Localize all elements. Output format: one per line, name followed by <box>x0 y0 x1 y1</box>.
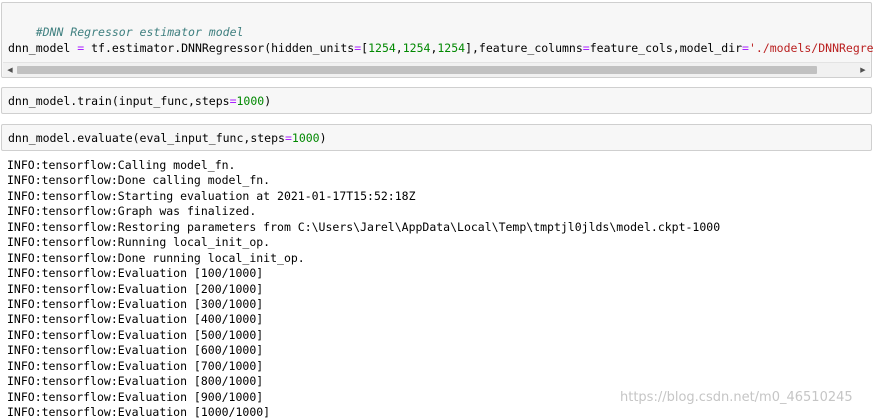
output-line: INFO:tensorflow:Evaluation [700/1000] <box>7 358 264 373</box>
code-cell-train[interactable]: dnn_model.train(input_func,steps=1000) <box>1 87 872 114</box>
code-operator: = <box>742 41 749 55</box>
horizontal-scrollbar[interactable]: ◀ ▶ <box>3 62 870 77</box>
code-token: ) <box>264 94 272 108</box>
code-token: feature_cols,model_dir <box>589 41 743 55</box>
code-string: './models/DNNRegre <box>748 41 873 55</box>
output-line: INFO:tensorflow:Evaluation [300/1000] <box>7 296 264 311</box>
code-cell-estimator[interactable]: #DNN Regressor estimator model dnn_model… <box>1 2 873 78</box>
code-line-dnn-regressor: dnn_model = tf.estimator.DNNRegressor(hi… <box>8 41 873 56</box>
scrollbar-thumb[interactable] <box>17 66 817 74</box>
code-cell-evaluate[interactable]: dnn_model.evaluate(eval_input_func,steps… <box>1 124 872 151</box>
output-line: INFO:tensorflow:Evaluation [600/1000] <box>7 343 264 358</box>
code-token: dnn_model.train(input_func,steps <box>8 94 230 108</box>
output-line: INFO:tensorflow:Done running local_init_… <box>7 250 305 265</box>
scroll-right-arrow-icon[interactable]: ▶ <box>858 65 868 75</box>
code-token: tf.estimator.DNNRegressor(hidden_units <box>84 41 355 55</box>
output-line: INFO:tensorflow:Running local_init_op. <box>7 235 271 250</box>
code-line-evaluate: dnn_model.evaluate(eval_input_func,steps… <box>8 131 327 146</box>
code-comment: #DNN Regressor estimator model <box>35 25 244 39</box>
output-line: INFO:tensorflow:Evaluation [400/1000] <box>7 312 264 327</box>
cell-output: INFO:tensorflow:Calling model_fn. INFO:t… <box>7 158 872 420</box>
output-line: INFO:tensorflow:Evaluation [800/1000] <box>7 374 264 389</box>
code-number: 1254 <box>368 41 396 55</box>
watermark: https://blog.csdn.net/m0_46510245 <box>620 390 853 405</box>
code-operator: = <box>229 94 237 108</box>
code-token: , <box>395 41 403 55</box>
scroll-left-arrow-icon[interactable]: ◀ <box>5 65 15 75</box>
output-line: INFO:tensorflow:Calling model_fn. <box>7 158 236 172</box>
output-line: INFO:tensorflow:Evaluation [100/1000] <box>7 266 264 281</box>
code-token: dnn_model <box>8 41 78 55</box>
code-token: dnn_model.evaluate(eval_input_func,steps <box>8 131 285 145</box>
output-line: INFO:tensorflow:Graph was finalized. <box>7 204 257 219</box>
code-number: 1254 <box>437 41 466 55</box>
code-operator: = <box>284 131 292 145</box>
code-token: ) <box>319 131 327 145</box>
output-line: INFO:tensorflow:Done calling model_fn. <box>7 173 271 188</box>
code-operator: = <box>582 41 590 55</box>
code-line-train: dnn_model.train(input_func,steps=1000) <box>8 94 271 109</box>
output-line: INFO:tensorflow:Starting evaluation at 2… <box>7 188 416 203</box>
output-line: INFO:tensorflow:Restoring parameters fro… <box>7 219 721 234</box>
code-token: ],feature_columns <box>465 41 583 55</box>
code-number: 1000 <box>236 94 265 108</box>
code-number: 1254 <box>402 41 431 55</box>
code-number: 1000 <box>291 131 320 145</box>
output-line: INFO:tensorflow:Evaluation [500/1000] <box>7 327 264 342</box>
output-line: INFO:tensorflow:Evaluation [200/1000] <box>7 281 264 296</box>
